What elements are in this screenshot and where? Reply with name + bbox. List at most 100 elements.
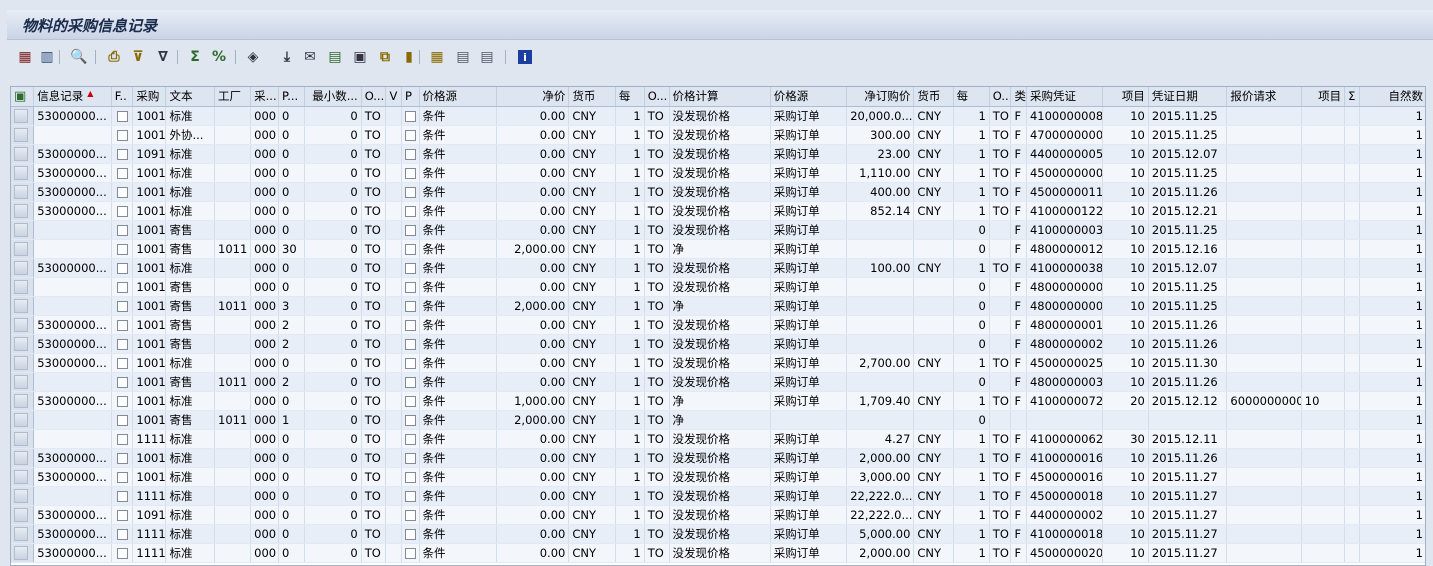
row-selector[interactable] <box>11 391 35 411</box>
choose-layout-button[interactable]: ▥ <box>37 47 57 67</box>
row-select-box[interactable] <box>14 526 28 541</box>
column-header[interactable]: 价格计算 <box>669 87 771 107</box>
checkbox[interactable] <box>116 491 128 502</box>
column-header[interactable]: 类 <box>1010 87 1027 107</box>
checkbox[interactable] <box>116 339 128 350</box>
set-filter-button[interactable]: ∇ <box>153 47 173 67</box>
row-selector[interactable] <box>11 277 35 297</box>
row-select-box[interactable] <box>14 184 28 199</box>
row-selector[interactable] <box>11 448 35 468</box>
checkbox[interactable] <box>404 282 416 293</box>
checkbox[interactable] <box>116 434 128 445</box>
save-layout-button[interactable]: ▤ <box>477 47 497 67</box>
checkbox[interactable] <box>116 415 128 426</box>
table-row[interactable]: 1111 标准 000 0 0 TO 条件 0.00 CNY 1 TO 没发现价格 采购订单 4.27 CN… <box>11 429 1425 449</box>
column-header[interactable]: 项目 <box>1301 87 1346 107</box>
table-row[interactable]: 1001 寄售 000 0 0 TO 条件 0.00 CNY 1 TO 没发现价格 采购订单 0 F 4800… <box>11 277 1425 297</box>
row-select-box[interactable] <box>14 279 28 294</box>
row-selector[interactable] <box>11 182 35 202</box>
table-row[interactable]: 53000000... 1001 寄售 000 2 0 TO 条件 0.00 CNY 1 TO 没发现价… <box>11 334 1425 354</box>
table-row[interactable]: 1111 标准 000 0 0 TO 条件 0.00 CNY 1 TO 没发现价格 采购订单 22,222… <box>11 486 1425 506</box>
column-header[interactable]: O... <box>361 87 387 107</box>
mail-button[interactable]: ✉ <box>300 47 320 67</box>
row-selector[interactable] <box>11 410 35 430</box>
row-select-box[interactable] <box>14 165 28 180</box>
total-button[interactable]: Σ <box>185 47 205 67</box>
row-select-box[interactable] <box>14 241 28 256</box>
checkbox[interactable] <box>404 339 416 350</box>
checkbox[interactable] <box>404 491 416 502</box>
row-select-box[interactable] <box>14 146 28 161</box>
details-button[interactable]: ▦ <box>15 47 35 67</box>
row-selector[interactable] <box>11 467 35 487</box>
filter-button[interactable]: ⊽ <box>128 47 148 67</box>
row-select-box[interactable] <box>14 469 28 484</box>
column-header[interactable]: 每 <box>615 87 645 107</box>
checkbox[interactable] <box>404 168 416 179</box>
checkbox[interactable] <box>116 301 128 312</box>
row-select-box[interactable] <box>14 450 28 465</box>
checkbox[interactable] <box>404 529 416 540</box>
checkbox[interactable] <box>404 358 416 369</box>
table-row[interactable]: 53000000... 1001 标准 000 0 0 TO 条件 0.00 CNY 1 TO 没发现价… <box>11 467 1425 487</box>
column-header[interactable]: 自然数 <box>1359 87 1425 107</box>
row-select-box[interactable] <box>14 355 28 370</box>
table-row[interactable]: 1001 寄售 1011 000 2 0 TO 条件 0.00 CNY 1 TO 没发现价格 采购订单 0 F… <box>11 372 1425 392</box>
select-all-button[interactable]: ▣ <box>11 87 35 107</box>
checkbox[interactable] <box>116 377 128 388</box>
row-select-box[interactable] <box>14 260 28 275</box>
column-header[interactable]: O... <box>989 87 1012 107</box>
row-selector[interactable] <box>11 296 35 316</box>
table-row[interactable]: 53000000... 1001 标准 000 0 0 TO 条件 0.00 CNY 1 TO 没发现价… <box>11 201 1425 221</box>
row-selector[interactable] <box>11 106 35 126</box>
row-select-box[interactable] <box>14 507 28 522</box>
checkbox[interactable] <box>116 130 128 141</box>
table-row[interactable]: 1001 寄售 1011 000 30 0 TO 条件 2,000.00 CNY 1 TO 净 采购订单 0… <box>11 239 1425 259</box>
table-row[interactable]: 1001 寄售 000 0 0 TO 条件 0.00 CNY 1 TO 没发现价格 采购订单 0 F 4100… <box>11 220 1425 240</box>
row-selector[interactable] <box>11 144 35 164</box>
column-header[interactable]: 工厂 <box>214 87 252 107</box>
checkbox[interactable] <box>404 453 416 464</box>
table-row[interactable]: 53000000... 1001 标准 000 0 0 TO 条件 0.00 CNY 1 TO 没发现价… <box>11 182 1425 202</box>
select-layout-button[interactable]: ▤ <box>453 47 473 67</box>
column-header[interactable]: O... <box>644 87 670 107</box>
table-row[interactable]: 53000000... 1091 标准 000 0 0 TO 条件 0.00 CNY 1 TO 没发现价… <box>11 144 1425 164</box>
checkbox[interactable] <box>116 320 128 331</box>
checkbox[interactable] <box>116 510 128 521</box>
table-row[interactable]: 53000000... 1091 标准 000 0 0 TO 条件 0.00 CNY 1 TO 没发现价… <box>11 505 1425 525</box>
row-selector[interactable] <box>11 201 35 221</box>
table-row[interactable]: 1001 寄售 1011 000 3 0 TO 条件 2,000.00 CNY 1 TO 净 采购订单 0 F… <box>11 296 1425 316</box>
spreadsheet-button[interactable]: ▤ <box>325 47 345 67</box>
checkbox[interactable] <box>116 358 128 369</box>
checkbox[interactable] <box>116 282 128 293</box>
row-selector[interactable] <box>11 505 35 525</box>
row-select-box[interactable] <box>14 336 28 351</box>
checkbox[interactable] <box>116 529 128 540</box>
row-select-box[interactable] <box>14 203 28 218</box>
table-row[interactable]: 53000000... 1001 寄售 000 2 0 TO 条件 0.00 CNY 1 TO 没发现价… <box>11 315 1425 335</box>
checkbox[interactable] <box>404 244 416 255</box>
checkbox[interactable] <box>116 396 128 407</box>
checkbox[interactable] <box>404 510 416 521</box>
checkbox[interactable] <box>116 548 128 559</box>
column-header[interactable]: 最小数... <box>304 87 362 107</box>
checkbox[interactable] <box>116 187 128 198</box>
checkbox[interactable] <box>116 111 128 122</box>
column-header[interactable]: 货币 <box>568 87 616 107</box>
row-selector[interactable] <box>11 372 35 392</box>
graphic-button[interactable]: ▮ <box>399 47 419 67</box>
column-header[interactable]: 信息记录 ▲ <box>33 87 112 107</box>
checkbox[interactable] <box>404 130 416 141</box>
table-row[interactable]: 53000000... 1111 标准 000 0 0 TO 条件 0.00 CNY 1 TO 没发现价… <box>11 543 1425 563</box>
column-header[interactable]: P <box>401 87 420 107</box>
checkbox[interactable] <box>116 149 128 160</box>
row-select-box[interactable] <box>14 222 28 237</box>
table-row[interactable]: 53000000... 1111 标准 000 0 0 TO 条件 0.00 CNY 1 TO 没发现价… <box>11 524 1425 544</box>
checkbox[interactable] <box>404 149 416 160</box>
column-header[interactable]: F.. <box>111 87 134 107</box>
checkbox[interactable] <box>404 263 416 274</box>
column-header[interactable]: 文本 <box>165 87 215 107</box>
checkbox[interactable] <box>404 320 416 331</box>
checkbox[interactable] <box>404 548 416 559</box>
row-select-box[interactable] <box>14 317 28 332</box>
